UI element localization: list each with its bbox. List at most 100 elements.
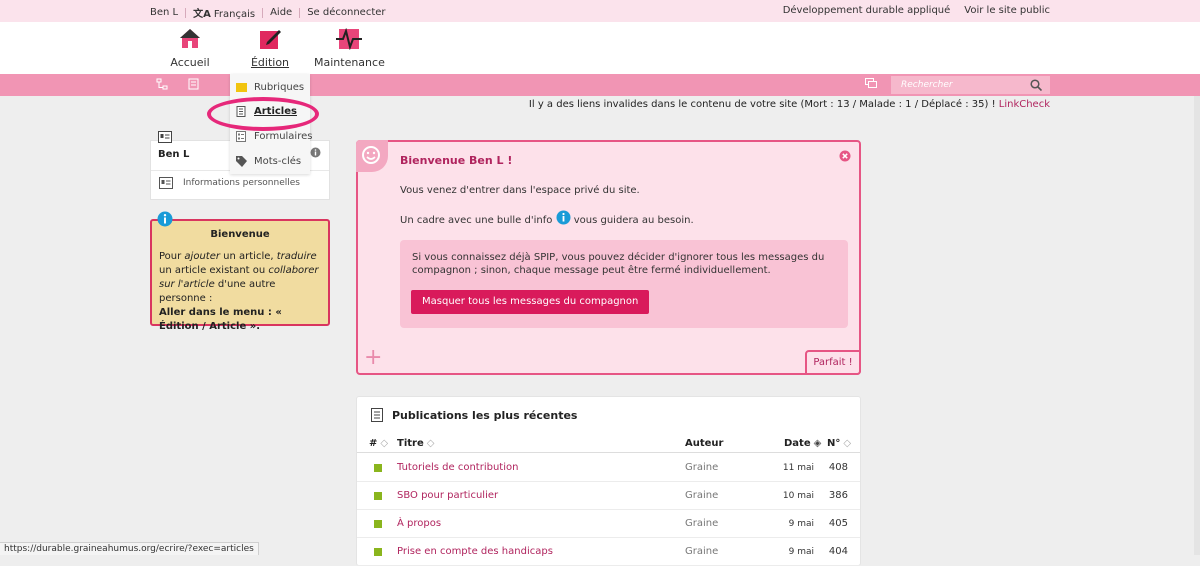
- status-published-icon: [374, 492, 382, 500]
- profile-card-icon: [158, 131, 172, 146]
- column-label: Date: [784, 438, 811, 449]
- sort-icon: ◇: [843, 438, 852, 449]
- top-bar: Ben L 文A Français Aide Se déconnecter Dév…: [0, 0, 1200, 22]
- info-icon[interactable]: [310, 147, 321, 161]
- article-id: 408: [828, 462, 848, 473]
- close-icon[interactable]: [839, 150, 851, 165]
- messages-icon[interactable]: [864, 78, 878, 91]
- hide-companion-messages-button[interactable]: Masquer tous les messages du compagnon: [411, 290, 650, 314]
- nav-accueil[interactable]: Accueil: [155, 28, 225, 69]
- companion-info-panel: Si vous connaissez déjà SPIP, vous pouve…: [400, 240, 848, 328]
- sitemap-icon[interactable]: [155, 78, 169, 91]
- welcome-line-2a: Un cadre avec une bulle d'info: [400, 215, 553, 226]
- article-title-link[interactable]: SBO pour particulier: [397, 490, 498, 501]
- article-author[interactable]: Graine: [685, 462, 718, 473]
- parfait-button[interactable]: Parfait !: [805, 350, 861, 375]
- profile-name: Ben L: [158, 149, 190, 160]
- nav-maintenance[interactable]: Maintenance: [314, 27, 385, 69]
- column-date[interactable]: Date ◈: [784, 438, 821, 449]
- welcome-title: Bienvenue Ben L !: [400, 154, 513, 167]
- status-published-icon: [374, 520, 382, 528]
- column-title[interactable]: Titre ◇: [397, 438, 434, 449]
- linkcheck-link[interactable]: LinkCheck: [999, 99, 1050, 110]
- menu-item-mots-cles[interactable]: Mots-clés: [236, 152, 301, 170]
- column-id[interactable]: N° ◇: [827, 438, 851, 449]
- main-header: Accueil Édition Maintenance: [0, 22, 1200, 74]
- nav-edition-label: Édition: [250, 56, 290, 69]
- language-link[interactable]: 文A Français: [193, 5, 255, 20]
- welcome-companion-box: Bienvenue Ben L ! Vous venez d'entrer da…: [356, 140, 861, 375]
- info-bubble-icon: [556, 210, 571, 225]
- home-icon: [179, 28, 201, 50]
- article-title-link[interactable]: Prise en compte des handicaps: [397, 546, 553, 557]
- nav-edition[interactable]: Édition: [235, 28, 305, 69]
- toolbar: [0, 74, 1200, 96]
- view-site-link[interactable]: Voir le site public: [964, 5, 1050, 16]
- welcome-line-2: Un cadre avec une bulle d'info vous guid…: [400, 210, 694, 226]
- language-label: Français: [213, 9, 256, 20]
- search-icon[interactable]: [1030, 79, 1043, 92]
- user-link[interactable]: Ben L: [150, 7, 178, 18]
- tag-icon: [236, 156, 247, 167]
- article-author[interactable]: Graine: [685, 490, 718, 501]
- nav-accueil-label: Accueil: [170, 56, 210, 69]
- search-box: [891, 76, 1050, 94]
- plus-icon: +: [364, 345, 383, 370]
- article-date: 9 mai: [788, 519, 814, 529]
- browser-status-url: https://durable.graineahumus.org/ecrire/…: [0, 542, 259, 555]
- help-text-part: Pour: [159, 251, 185, 262]
- menu-item-label: Formulaires: [254, 130, 313, 142]
- column-label: Auteur: [685, 438, 724, 449]
- highlight-circle-annotation: [207, 97, 319, 131]
- help-text-part: ajouter: [184, 251, 220, 262]
- site-name-link[interactable]: Développement durable appliqué: [783, 5, 951, 16]
- table-row: Prise en compte des handicaps Graine 9 m…: [357, 538, 860, 566]
- recent-publications-panel: Publications les plus récentes # ◇ Titre ◇…: [356, 396, 861, 566]
- id-card-icon: [159, 177, 173, 192]
- article-author[interactable]: Graine: [685, 518, 718, 529]
- table-row: Tutoriels de contribution Graine 11 mai …: [357, 454, 860, 482]
- article-title-link[interactable]: Tutoriels de contribution: [397, 462, 518, 473]
- status-published-icon: [374, 464, 382, 472]
- publications-header: Publications les plus récentes: [371, 408, 577, 422]
- alert-text: Il y a des liens invalides dans le conte…: [528, 99, 999, 110]
- sort-icon: ◇: [380, 438, 389, 449]
- info-bubble-icon: [157, 211, 173, 230]
- help-link[interactable]: Aide: [270, 7, 292, 18]
- nav-maintenance-label: Maintenance: [314, 56, 385, 69]
- linkcheck-alert: Il y a des liens invalides dans le conte…: [529, 99, 1050, 110]
- welcome-help-box: Bienvenue Pour ajouter un article, tradu…: [150, 219, 330, 332]
- logout-link[interactable]: Se déconnecter: [307, 7, 385, 18]
- personal-info-link[interactable]: Informations personnelles: [183, 178, 300, 188]
- welcome-line-1: Vous venez d'entrer dans l'espace privé …: [400, 185, 640, 196]
- new-article-icon[interactable]: [187, 78, 201, 91]
- column-label: #: [369, 438, 378, 449]
- separator: [299, 7, 301, 18]
- menu-item-label: Rubriques: [254, 81, 305, 93]
- column-num[interactable]: # ◇: [369, 438, 388, 449]
- search-input[interactable]: [891, 76, 1021, 94]
- article-date: 11 mai: [782, 463, 814, 473]
- help-text-part: traduire: [276, 251, 317, 262]
- article-author[interactable]: Graine: [685, 546, 718, 557]
- publications-title: Publications les plus récentes: [392, 408, 578, 422]
- article-id: 386: [828, 490, 848, 501]
- menu-item-rubriques[interactable]: Rubriques: [236, 78, 304, 96]
- smiley-icon: [356, 140, 388, 172]
- maintenance-icon: [336, 27, 362, 51]
- welcome-line-2b: vous guidera au besoin.: [573, 215, 694, 226]
- help-text-instruction: Aller dans le menu : « Édition / Article…: [159, 307, 282, 332]
- sort-icon: ◇: [426, 438, 435, 449]
- help-box-title: Bienvenue: [210, 229, 270, 240]
- article-icon: [371, 408, 383, 422]
- column-author[interactable]: Auteur: [685, 438, 723, 449]
- help-text-part: un article,: [219, 251, 277, 262]
- separator: [185, 7, 187, 18]
- folder-icon: [236, 82, 247, 92]
- article-title-link[interactable]: À propos: [397, 518, 441, 529]
- article-date: 9 mai: [788, 547, 814, 557]
- separator: [262, 7, 264, 18]
- form-icon: [236, 131, 247, 142]
- table-row: À propos Graine 9 mai 405: [357, 510, 860, 538]
- edit-icon: [259, 28, 281, 50]
